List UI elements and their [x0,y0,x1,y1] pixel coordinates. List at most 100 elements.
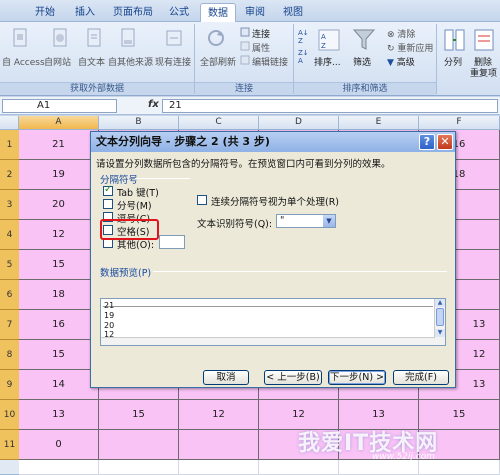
sort-za-icon: Z↓A [298,49,309,64]
row-header[interactable]: 8 [0,340,19,370]
name-box[interactable]: A1 [2,99,117,113]
row-header[interactable]: 10 [0,400,19,430]
semicolon-checkbox[interactable] [103,199,113,209]
web-icon [53,28,67,47]
column-header-a[interactable]: A [19,116,99,130]
cell-a8[interactable]: 15 [19,340,99,370]
formula-input[interactable]: 21 [162,99,498,113]
tab-insert[interactable]: 插入 [68,3,102,22]
row-header[interactable]: 7 [0,310,19,340]
select-all-corner[interactable] [0,116,19,130]
tab-formulas[interactable]: 公式 [162,3,196,22]
cell-c12[interactable] [179,460,259,475]
sort-button[interactable]: 排序... [314,55,341,68]
preview-vertical-scrollbar[interactable]: ▲ ▼ [434,299,445,345]
other-delimiter-input[interactable] [159,235,185,249]
tab-page-layout[interactable]: 页面布局 [106,3,160,22]
from-other-sources-button[interactable]: 自其他来源 [108,55,153,68]
scroll-up-icon[interactable]: ▲ [435,299,445,307]
text-to-columns-button[interactable]: 分列 [444,55,462,68]
text-qualifier-select[interactable]: " ▼ [276,214,336,228]
cell-e12[interactable] [339,460,419,475]
cell-a5[interactable]: 15 [19,250,99,280]
cell-a12[interactable] [19,460,99,475]
cancel-button[interactable]: 取消 [203,370,249,385]
cell-c10[interactable]: 12 [179,400,259,430]
cell-a4[interactable]: 12 [19,220,99,250]
cell-a6[interactable]: 18 [19,280,99,310]
existing-connections-button[interactable]: 现有连接 [155,55,191,68]
row-header[interactable]: 6 [0,280,19,310]
scroll-down-icon[interactable]: ▼ [435,329,445,337]
ribbon: 自 Access 自网站 自文本 自其他来源 现有连接 获取外部数据 全部刷新 … [0,22,500,96]
from-access-button[interactable]: 自 Access [2,55,45,68]
advanced-button[interactable]: ▼ 高级 [387,55,415,68]
consecutive-checkbox[interactable] [197,195,207,205]
cell-b12[interactable] [99,460,179,475]
column-header-c[interactable]: C [179,116,259,130]
reapply-icon: ↻ [387,44,395,54]
cell-b11[interactable] [99,430,179,460]
group-line [153,271,447,272]
group-separator [436,24,437,94]
row-header[interactable]: 5 [0,250,19,280]
next-button[interactable]: 下一步(N) > [328,370,386,385]
reapply-button[interactable]: ↻ 重新应用 [387,41,433,54]
from-web-button[interactable]: 自网站 [44,55,71,68]
row-header[interactable] [0,460,19,475]
help-button[interactable]: ? [419,134,435,150]
cell-f12[interactable] [419,460,500,475]
dialog-title[interactable]: 文本分列向导 - 步骤之 2 (共 3 步) [91,132,455,152]
cell-a2[interactable]: 19 [19,160,99,190]
chevron-down-icon[interactable]: ▼ [323,215,335,227]
column-header-b[interactable]: B [99,116,179,130]
cell-a3[interactable]: 20 [19,190,99,220]
tab-review[interactable]: 审阅 [238,3,272,22]
cell-a10[interactable]: 13 [19,400,99,430]
remove-duplicates-label: 重复项 [470,69,498,79]
sort-icon: AZ [318,29,340,51]
column-header-f[interactable]: F [419,116,500,130]
cell-a9[interactable]: 14 [19,370,99,400]
cell-a11[interactable]: 0 [19,430,99,460]
tab-data[interactable]: 数据 [200,3,236,22]
back-button[interactable]: < 上一步(B) [264,370,322,385]
connections-button[interactable]: 连接 [252,27,270,40]
close-button[interactable]: ✕ [437,134,453,150]
finish-button[interactable]: 完成(F) [393,370,449,385]
properties-button[interactable]: 属性 [252,41,270,54]
cell-c11[interactable] [179,430,259,460]
existing-connections-icon [166,30,182,46]
cell-a1[interactable]: 21 [19,130,99,160]
clear-button[interactable]: ⊗ 清除 [387,27,415,40]
refresh-all-button[interactable]: 全部刷新 [200,55,236,68]
from-text-button[interactable]: 自文本 [78,55,105,68]
preview-line: 20 [104,321,115,330]
edit-links-button[interactable]: 编辑链接 [252,55,288,68]
tab-home[interactable]: 开始 [28,3,62,22]
filter-button[interactable]: 筛选 [353,55,371,68]
cell-d12[interactable] [259,460,339,475]
group-label-sort-filter: 排序和筛选 [294,82,436,95]
row-header[interactable]: 11 [0,430,19,460]
row-header[interactable]: 1 [0,130,19,160]
tab-checkbox[interactable] [103,184,113,196]
column-header-e[interactable]: E [339,116,419,130]
cell-b10[interactable]: 15 [99,400,179,430]
sort-az-icon: A↓Z [298,29,309,44]
data-preview-pane[interactable]: 21 19 20 12 ▲ ▼ [100,298,446,346]
svg-text:Z↓: Z↓ [298,49,309,57]
filter-funnel-icon [352,29,376,50]
row-header[interactable]: 3 [0,190,19,220]
column-header-d[interactable]: D [259,116,339,130]
fx-icon[interactable]: fx [148,99,159,110]
tab-view[interactable]: 视图 [276,3,310,22]
other-sources-icon [121,28,135,47]
row-header[interactable]: 4 [0,220,19,250]
row-header[interactable]: 9 [0,370,19,400]
row-header[interactable]: 2 [0,160,19,190]
preview-horizontal-scrollbar[interactable] [101,337,435,345]
cell-a7[interactable]: 16 [19,310,99,340]
formula-bar: A1 fx 21 [0,97,500,115]
scroll-thumb[interactable] [436,308,444,326]
